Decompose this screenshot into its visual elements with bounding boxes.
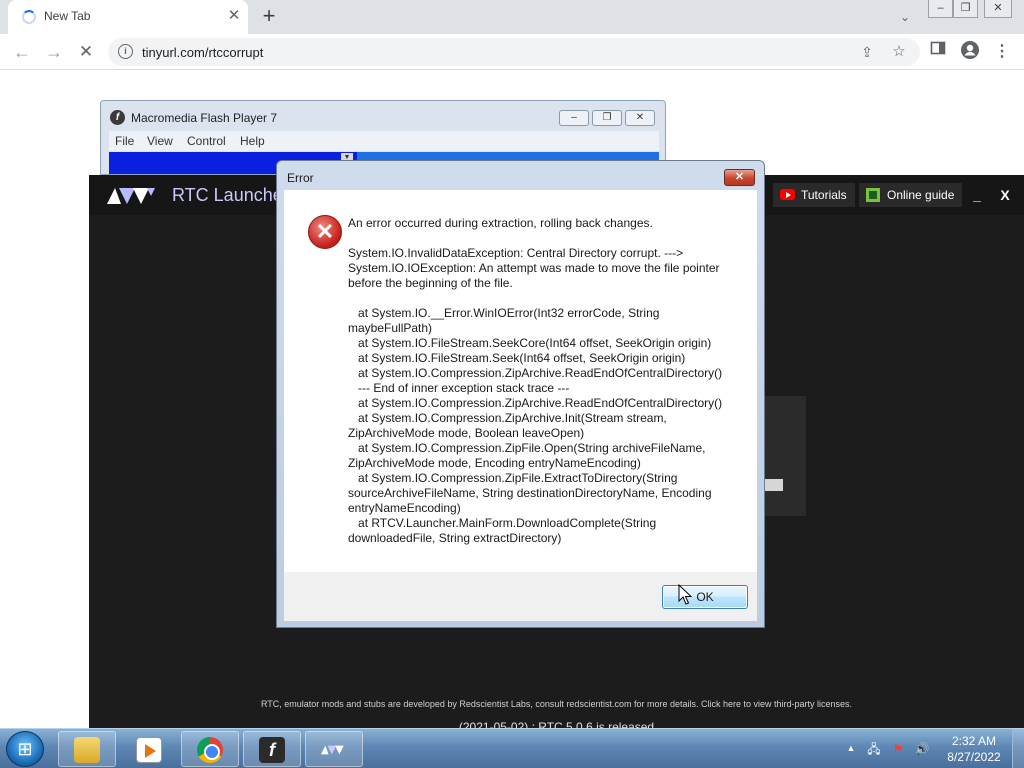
start-button[interactable]: ⊞ [6, 731, 44, 767]
tab-strip: New Tab ✕ + ⌄ – ❐ ✕ [0, 0, 1024, 34]
taskbar-chrome[interactable] [181, 731, 239, 767]
address-bar[interactable]: i tinyurl.com/rtccorrupt ⇪ ☆ [108, 38, 920, 66]
flash-menu-view[interactable]: View [147, 134, 173, 148]
flash-menu-file[interactable]: File [115, 134, 134, 148]
side-panel-icon[interactable] [926, 40, 950, 64]
rtc-news-line: (2021-05-02) : RTC 5.0.6 is released [458, 720, 655, 728]
rtc-logo-icon [107, 188, 155, 204]
youtube-icon [780, 189, 795, 200]
rtc-minimize-button[interactable]: _ [966, 183, 988, 207]
media-player-icon [136, 737, 162, 763]
close-tab-icon[interactable]: ✕ [224, 6, 244, 26]
profile-avatar-icon[interactable] [958, 40, 982, 64]
online-guide-button[interactable]: Online guide [859, 183, 963, 207]
address-url[interactable]: tinyurl.com/rtccorrupt [142, 45, 263, 60]
windows-taskbar: ⊞ f ▲ 🖧 ⚑ 🔊 2:32 AM 8/27/2022 [0, 728, 1024, 768]
error-summary: An error occurred during extraction, rol… [348, 216, 653, 230]
browser-menu-icon[interactable]: ⋮ [990, 40, 1014, 64]
flash-minimize-button[interactable]: – [559, 110, 589, 126]
explorer-icon [74, 737, 100, 763]
rtc-app-title: RTC Launcher [172, 185, 289, 205]
flash-maximize-button[interactable]: ❐ [592, 110, 622, 126]
new-tab-button[interactable]: + [256, 4, 282, 30]
close-window-button[interactable]: ✕ [984, 0, 1012, 18]
site-info-icon[interactable]: i [118, 44, 133, 59]
clock-date: 8/27/2022 [947, 750, 1001, 764]
ok-button[interactable]: OK [662, 585, 748, 609]
rtc-footer-credits[interactable]: RTC, emulator mods and stubs are develop… [89, 699, 1024, 709]
dialog-body: ✕ An error occurred during extraction, r… [284, 190, 757, 572]
browser-tab[interactable]: New Tab ✕ [8, 0, 248, 34]
rtc-side-panel [765, 396, 806, 516]
network-icon[interactable]: 🖧 [866, 741, 882, 757]
flash-menu-control[interactable]: Control [187, 134, 226, 148]
tab-title: New Tab [44, 9, 91, 23]
action-center-flag-icon[interactable]: ⚑ [890, 741, 906, 757]
restore-window-button[interactable]: ❐ [953, 0, 978, 18]
error-dialog: Error ✕ ✕ An error occurred during extra… [276, 160, 765, 628]
taskbar-clock[interactable]: 2:32 AM 8/27/2022 [944, 733, 1004, 765]
rtc-close-button[interactable]: X [994, 183, 1016, 207]
taskbar-rtc-launcher[interactable] [305, 731, 363, 767]
error-details: System.IO.InvalidDataException: Central … [348, 246, 723, 545]
chrome-icon [197, 737, 223, 763]
tutorials-label: Tutorials [801, 188, 847, 202]
back-arrow-icon[interactable]: ← [10, 40, 34, 64]
taskbar-explorer[interactable] [58, 731, 116, 767]
flash-menu-bar: File View Control Help [109, 131, 659, 151]
guide-icon [866, 188, 880, 202]
forward-arrow-icon[interactable]: → [42, 40, 66, 64]
online-guide-label: Online guide [887, 188, 955, 202]
error-icon: ✕ [308, 215, 342, 249]
taskbar-media-player[interactable] [120, 731, 178, 767]
rtc-panel-button[interactable] [765, 479, 783, 491]
clock-time: 2:32 AM [951, 734, 997, 748]
loading-spinner-icon [22, 10, 36, 24]
flash-close-button[interactable]: ✕ [625, 110, 655, 126]
flash-player-icon: f [259, 737, 285, 763]
flash-player-icon: f [110, 110, 125, 125]
bookmark-star-icon[interactable]: ☆ [888, 41, 910, 63]
dialog-close-button[interactable]: ✕ [724, 169, 755, 186]
volume-icon[interactable]: 🔊 [914, 741, 930, 757]
browser-toolbar: ← → ✕ i tinyurl.com/rtccorrupt ⇪ ☆ ⋮ [0, 34, 1024, 70]
dialog-title: Error [287, 171, 314, 185]
tab-search-chevron-icon[interactable]: ⌄ [894, 6, 916, 28]
taskbar-flash-player[interactable]: f [243, 731, 301, 767]
stop-loading-icon[interactable]: ✕ [74, 40, 98, 64]
flash-window-title: Macromedia Flash Player 7 [131, 111, 278, 125]
share-icon[interactable]: ⇪ [856, 41, 878, 63]
show-hidden-icons-chevron-icon[interactable]: ▲ [845, 741, 857, 755]
tutorials-button[interactable]: Tutorials [773, 183, 855, 207]
show-desktop-button[interactable] [1012, 729, 1024, 768]
minimize-window-button[interactable]: – [928, 0, 953, 18]
flash-menu-help[interactable]: Help [240, 134, 265, 148]
rtc-launcher-icon [321, 745, 344, 755]
